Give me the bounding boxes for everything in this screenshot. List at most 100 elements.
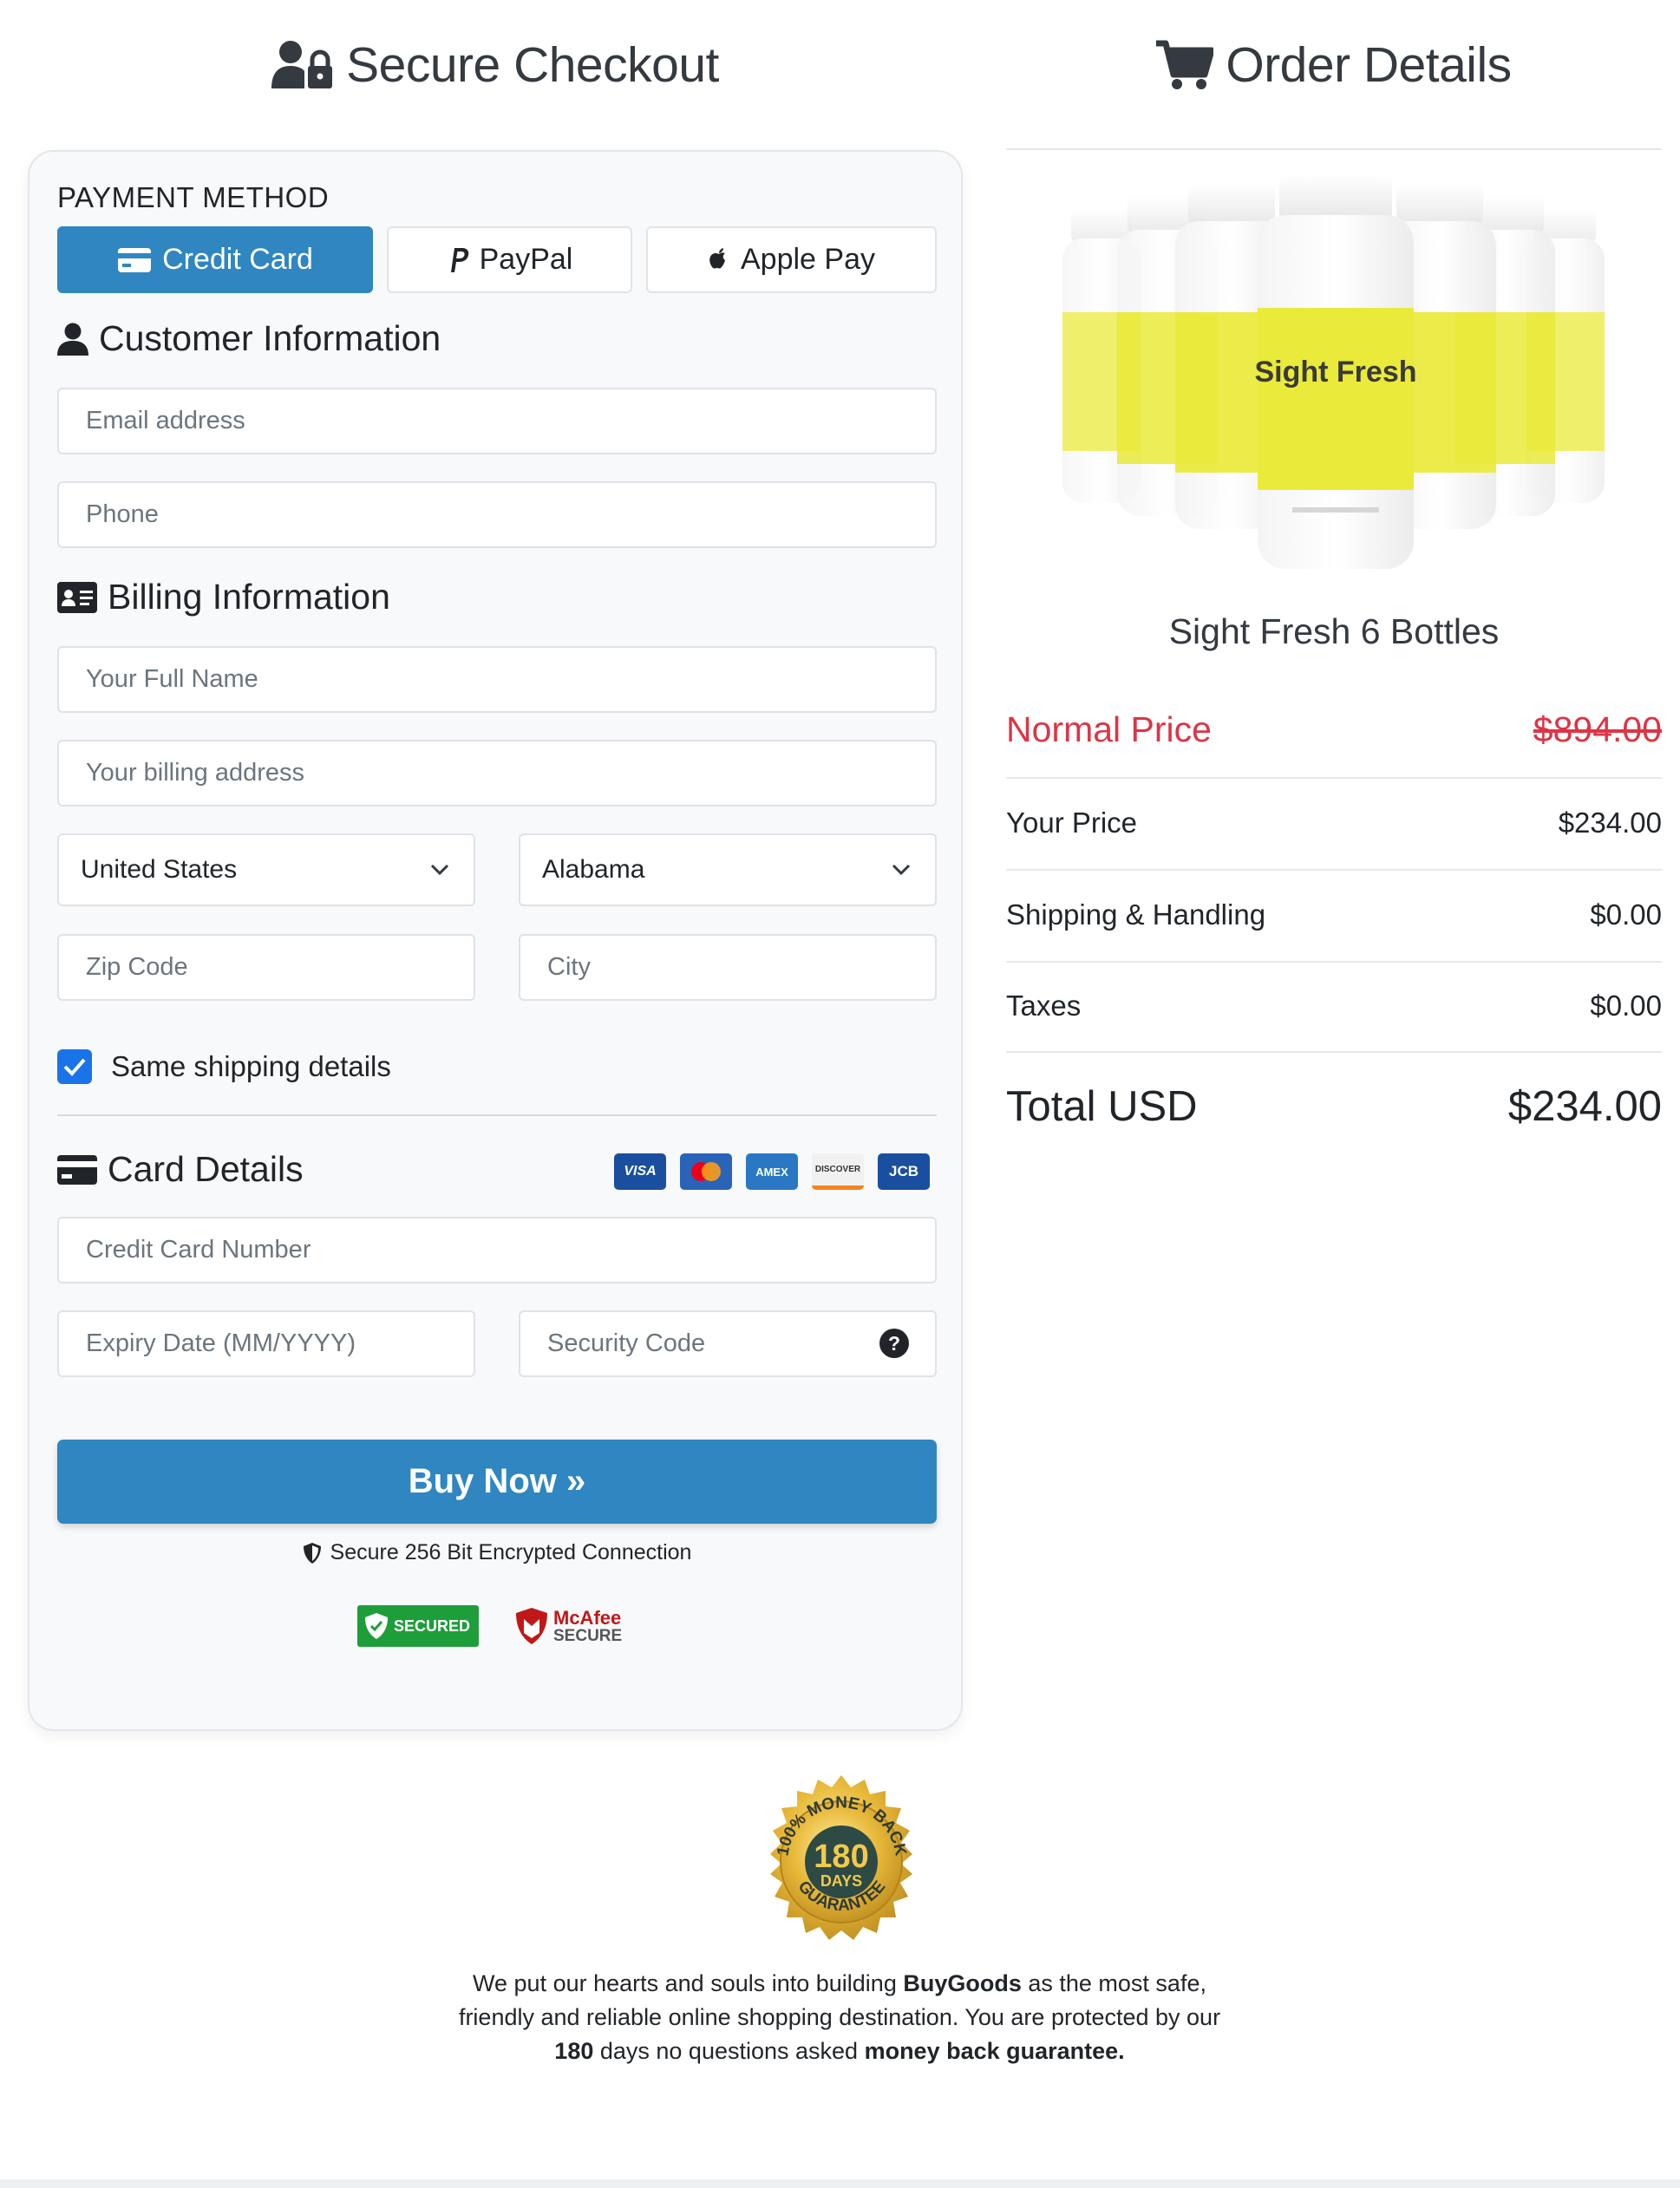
shipping-row: Shipping & Handling $0.00 xyxy=(1006,898,1662,931)
tab-paypal[interactable]: PayPal xyxy=(387,226,632,293)
full-name-field[interactable]: Your Full Name xyxy=(57,646,937,713)
phone-field[interactable]: Phone xyxy=(57,481,937,548)
money-back-guarantee-seal: 100% MONEY BACK GUARANTEE 180 DAYS xyxy=(770,1775,912,1940)
secured-text: SECURED xyxy=(394,1617,471,1635)
mastercard-logo xyxy=(680,1153,732,1190)
guarantee-phrase: money back guarantee. xyxy=(864,2038,1125,2064)
total-row: Total USD $234.00 xyxy=(1006,1082,1662,1131)
credit-card-icon xyxy=(118,247,152,272)
same-shipping-row[interactable]: Same shipping details xyxy=(57,1049,391,1084)
tab-apple-pay-label: Apple Pay xyxy=(741,243,875,276)
customer-info-title: Customer Information xyxy=(99,318,441,358)
expiry-date-field[interactable]: Expiry Date (MM/YYYY) xyxy=(57,1310,475,1377)
guarantee-brand: BuyGoods xyxy=(903,1970,1022,1996)
trust-badges: SECURED McAfee SECURE xyxy=(29,1605,964,1647)
guarantee-days: 180 xyxy=(554,2038,594,2064)
taxes-value: $0.00 xyxy=(1590,989,1662,1022)
taxes-row: Taxes $0.00 xyxy=(1006,989,1662,1022)
product-image: Sight Fresh xyxy=(1062,173,1605,569)
security-code-placeholder: Security Code xyxy=(547,1329,706,1357)
tab-credit-card[interactable]: Credit Card xyxy=(57,226,373,293)
user-lock-icon xyxy=(271,41,333,88)
normal-price-row: Normal Price $894.00 xyxy=(1006,709,1662,750)
order-details-title: Order Details xyxy=(1226,37,1512,93)
order-details-heading: Order Details xyxy=(1006,0,1662,130)
mcafee-badge: McAfee SECURE xyxy=(515,1605,637,1647)
price-divider xyxy=(1006,869,1662,871)
secure-connection-text: Secure 256 Bit Encrypted Connection xyxy=(330,1540,692,1564)
secure-connection: Secure 256 Bit Encrypted Connection xyxy=(29,1540,964,1565)
visa-logo: VISA xyxy=(614,1153,666,1190)
card-details-title: Card Details xyxy=(108,1149,304,1189)
question-circle-icon[interactable]: ? xyxy=(879,1329,909,1358)
checkout-title: Secure Checkout xyxy=(346,37,719,93)
tab-apple-pay[interactable]: Apple Pay xyxy=(646,226,937,293)
card-number-field[interactable]: Credit Card Number xyxy=(57,1217,937,1283)
guarantee-text-3: days no questions asked xyxy=(593,2038,865,2064)
city-field[interactable]: City xyxy=(519,934,937,1001)
chevron-down-icon xyxy=(892,864,911,876)
mastercard-icon xyxy=(691,1162,721,1181)
seal-days: DAYS xyxy=(820,1872,862,1890)
taxes-label: Taxes xyxy=(1006,989,1082,1022)
chevron-down-icon xyxy=(430,864,449,876)
product-name: Sight Fresh 6 Bottles xyxy=(1168,611,1500,651)
shipping-value: $0.00 xyxy=(1590,898,1662,931)
customer-info-heading: Customer Information xyxy=(57,318,441,359)
price-divider xyxy=(1006,777,1662,779)
shopping-cart-icon xyxy=(1156,40,1214,89)
total-value: $234.00 xyxy=(1507,1083,1662,1130)
bottom-bar xyxy=(0,2179,1680,2188)
checkout-form-card: PAYMENT METHOD Credit Card PayPal Apple … xyxy=(28,150,963,1731)
credit-card-icon xyxy=(57,1154,97,1185)
seal-number: 180 xyxy=(814,1839,868,1875)
shield-check-icon xyxy=(365,1613,388,1639)
zip-code-field[interactable]: Zip Code xyxy=(57,934,475,1001)
trustguard-badge: SECURED xyxy=(357,1605,479,1647)
apple-icon xyxy=(709,247,725,268)
your-price-row: Your Price $234.00 xyxy=(1006,807,1662,839)
buy-now-button[interactable]: Buy Now » xyxy=(57,1440,937,1524)
tab-credit-card-label: Credit Card xyxy=(162,243,313,276)
billing-info-heading: Billing Information xyxy=(57,577,390,617)
state-select-value: Alabama xyxy=(542,855,645,884)
email-field[interactable]: Email address xyxy=(57,388,937,454)
user-icon xyxy=(57,323,88,356)
mcafee-secure: SECURE xyxy=(553,1626,623,1645)
payment-method-label: PAYMENT METHOD xyxy=(57,181,330,213)
order-details-column: Order Details Sight Fresh Sight Fresh 6 … xyxy=(1006,0,1662,1130)
checkout-heading: Secure Checkout xyxy=(28,0,963,130)
amex-logo: AMEX xyxy=(746,1153,798,1190)
tab-paypal-label: PayPal xyxy=(479,243,573,276)
guarantee-text: We put our hearts and souls into buildin… xyxy=(441,1967,1239,2068)
total-label: Total USD xyxy=(1006,1083,1198,1130)
shield-icon xyxy=(303,1542,321,1564)
form-divider xyxy=(57,1114,937,1116)
check-icon xyxy=(63,1058,86,1076)
country-select[interactable]: United States xyxy=(57,833,475,906)
paypal-icon xyxy=(450,247,468,272)
billing-info-title: Billing Information xyxy=(108,577,390,617)
shipping-label: Shipping & Handling xyxy=(1006,898,1266,931)
price-divider xyxy=(1006,961,1662,963)
guarantee-text-1: We put our hearts and souls into buildin… xyxy=(473,1970,904,1996)
discover-logo: DISCOVER xyxy=(812,1153,864,1190)
price-divider xyxy=(1006,1051,1662,1053)
mcafee-name: McAfee xyxy=(553,1606,622,1629)
jcb-logo: JCB xyxy=(878,1153,930,1190)
same-shipping-checkbox[interactable] xyxy=(57,1049,92,1084)
order-details-rule xyxy=(1006,148,1662,150)
country-select-value: United States xyxy=(81,855,238,884)
checkout-column: Secure Checkout PAYMENT METHOD Credit Ca… xyxy=(28,0,963,1731)
same-shipping-label: Same shipping details xyxy=(111,1050,391,1082)
your-price-value: $234.00 xyxy=(1558,807,1662,839)
security-code-field[interactable]: Security Code xyxy=(519,1310,937,1377)
address-card-icon xyxy=(57,581,97,613)
billing-address-field[interactable]: Your billing address xyxy=(57,740,937,807)
card-details-heading: Card Details xyxy=(57,1149,304,1190)
card-logos: VISA AMEX DISCOVER JCB xyxy=(614,1153,930,1190)
normal-price-value: $894.00 xyxy=(1533,709,1662,749)
bottle-label: Sight Fresh xyxy=(1254,356,1416,389)
state-select[interactable]: Alabama xyxy=(519,833,937,906)
mcafee-shield-icon xyxy=(516,1608,547,1644)
